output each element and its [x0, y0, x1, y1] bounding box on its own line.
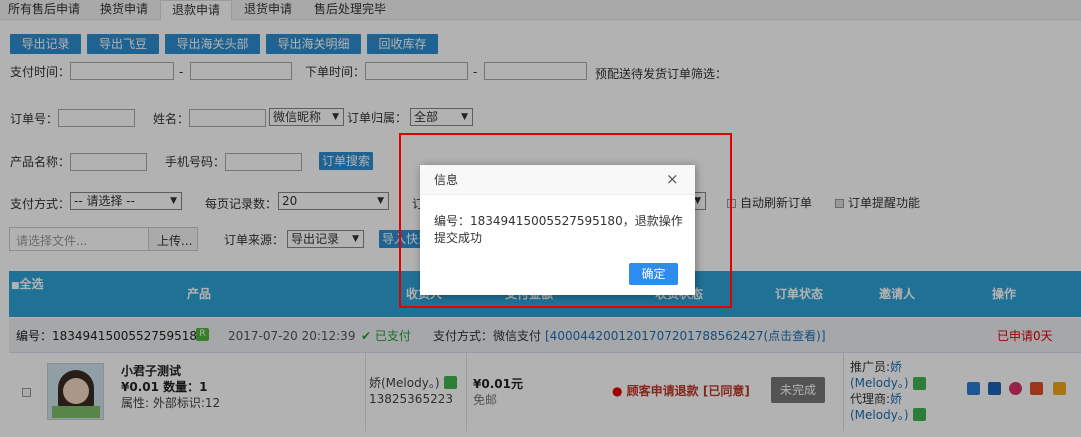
highlight-box [399, 133, 732, 308]
